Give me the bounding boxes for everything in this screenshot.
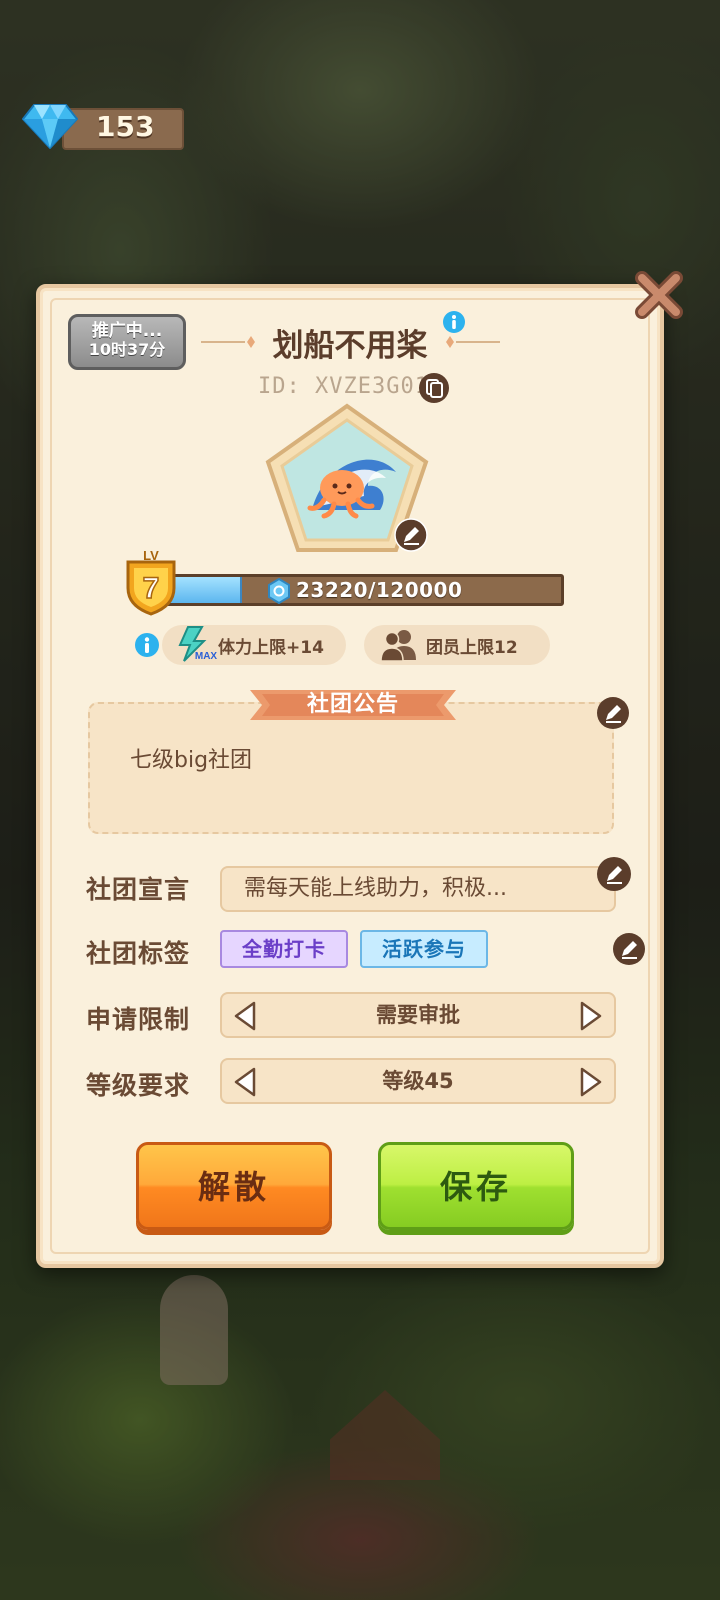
level-badge: LV 7: [126, 548, 176, 616]
emblem-edit-icon[interactable]: [394, 518, 428, 552]
copy-icon[interactable]: [418, 372, 450, 404]
title-right-ornament: [445, 336, 500, 348]
announcement-edit-icon[interactable]: [596, 696, 630, 730]
level-requirement-selector: 等级45: [220, 1058, 616, 1104]
diamond-amount: 153: [96, 109, 155, 143]
tag-full-attendance[interactable]: 全勤打卡: [220, 930, 348, 968]
announcement-text: 七级big社团: [130, 748, 253, 773]
tag-active-participation[interactable]: 活跃参与: [360, 930, 488, 968]
perk-stamina-label: 体力上限+14: [218, 637, 324, 658]
xp-value: 23220/120000: [296, 578, 463, 602]
level-requirement-label: 等级要求: [86, 1071, 191, 1100]
motto-label: 社团宣言: [86, 875, 191, 904]
title-left-ornament: [200, 336, 255, 348]
stamina-max-icon: MAX: [178, 626, 218, 662]
perk-members-label: 团员上限12: [426, 637, 518, 658]
tags-label: 社团标签: [86, 939, 191, 968]
announcement-title: 社团公告: [306, 692, 399, 717]
club-name: 划船不用桨: [272, 327, 428, 364]
close-icon[interactable]: [632, 268, 686, 322]
apply-restriction-label: 申请限制: [86, 1005, 191, 1034]
level-next-arrow-icon[interactable]: [574, 1066, 606, 1098]
level-requirement-value: 等级45: [382, 1069, 454, 1093]
diamond-icon: [22, 104, 78, 149]
apply-next-arrow-icon[interactable]: [574, 1000, 606, 1032]
club-exp-icon: [268, 578, 290, 604]
level-badge-label: LV: [143, 548, 159, 563]
save-button[interactable]: 保存: [378, 1142, 574, 1230]
background-house: [330, 1390, 440, 1480]
apply-restriction-value: 需要审批: [376, 1003, 460, 1027]
disband-button[interactable]: 解散: [136, 1142, 332, 1230]
promotion-button[interactable]: 推广中... 10时37分: [68, 314, 186, 370]
members-icon: [380, 630, 416, 662]
motto-field[interactable]: 需每天能上线助力，积极...: [220, 866, 616, 912]
stamina-max-badge: MAX: [195, 651, 218, 662]
perks-info-icon[interactable]: [134, 632, 160, 658]
promotion-status: 推广中...: [91, 321, 163, 341]
promotion-timer: 10时37分: [88, 339, 166, 359]
diamond-counter[interactable]: 153: [22, 104, 184, 150]
info-icon[interactable]: [442, 310, 466, 334]
apply-restriction-selector: 需要审批: [220, 992, 616, 1038]
club-level: 7: [143, 572, 160, 605]
club-id: ID: XVZE3G01: [258, 374, 429, 399]
background-character: [160, 1275, 228, 1385]
motto-edit-icon[interactable]: [596, 856, 632, 892]
tags-edit-icon[interactable]: [612, 932, 646, 966]
